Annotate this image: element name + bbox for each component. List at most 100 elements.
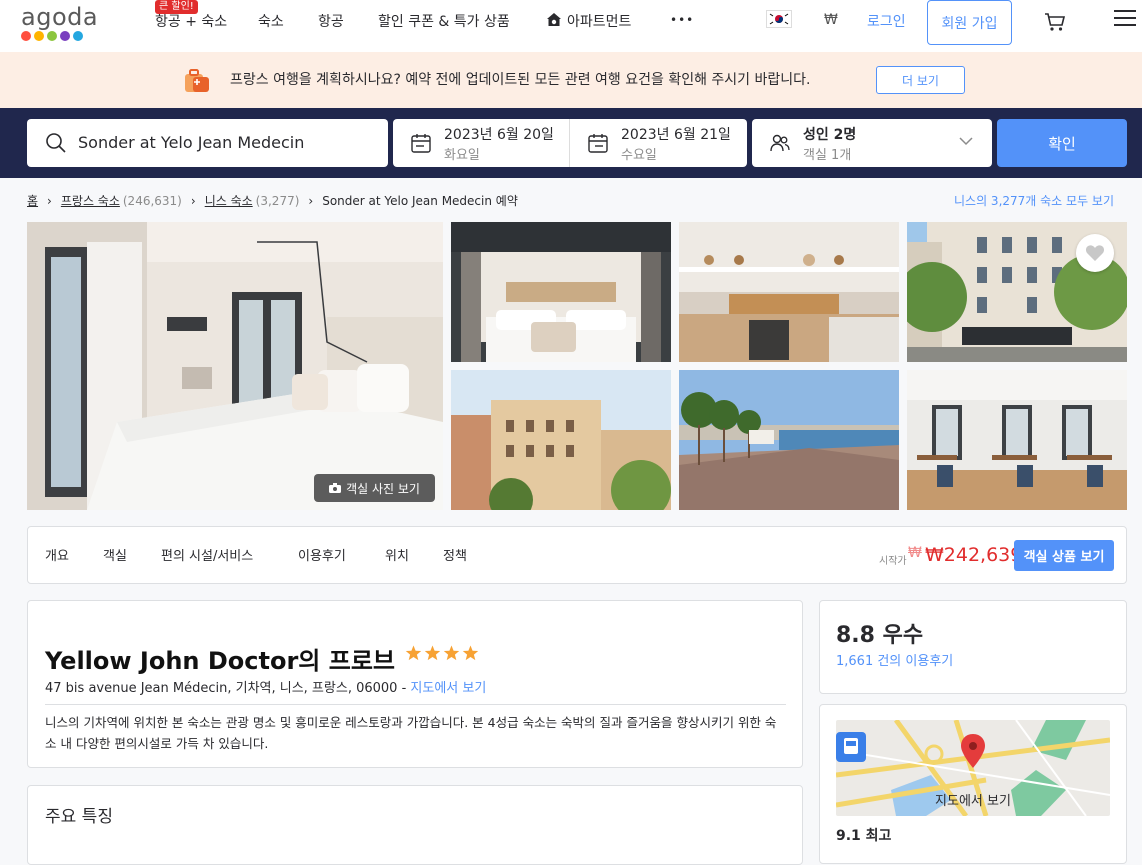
tab-overview[interactable]: 개요	[45, 545, 69, 564]
room-count: 객실 1개	[803, 148, 852, 163]
favorite-button[interactable]	[1076, 234, 1114, 272]
chevron-right-icon: ›	[47, 193, 52, 208]
address-text: 47 bis avenue Jean Médecin, 기차역, 니스, 프랑스…	[45, 681, 411, 696]
currency-selector[interactable]: ₩	[824, 12, 838, 28]
logo-dot	[60, 31, 70, 41]
photo-thumbnail[interactable]	[679, 370, 899, 510]
checkin-date: 2023년 6월 20일	[444, 127, 554, 143]
breadcrumb-home[interactable]: 홈	[27, 192, 38, 209]
checkout-day: 수요일	[621, 148, 657, 163]
room-photos-label: 객실 사진 보기	[346, 481, 420, 496]
star-icon	[424, 645, 441, 661]
map-view-label: 지도에서 보기	[935, 794, 1011, 809]
photo-thumbnail[interactable]	[679, 222, 899, 362]
flag-graphic	[767, 11, 791, 27]
photo-thumbnail[interactable]	[451, 370, 671, 510]
checkin-day: 화요일	[444, 148, 480, 163]
main-room-photo[interactable]	[27, 222, 443, 510]
signup-button[interactable]: 회원 가입	[927, 0, 1012, 45]
chevron-down-icon	[959, 137, 973, 146]
logo-dot	[34, 31, 44, 41]
thumbnail-graphic	[451, 222, 671, 362]
photo-thumbnail[interactable]	[907, 370, 1127, 510]
guests-selector[interactable]: 성인 2명 객실 1개	[752, 119, 992, 167]
thumbnail-graphic	[679, 370, 899, 510]
cart-icon[interactable]	[1044, 12, 1066, 36]
star-rating	[405, 645, 479, 661]
banner-message: 프랑스 여행을 계획하시나요? 예약 전에 업데이트된 모든 관련 여행 요건을…	[230, 72, 811, 88]
logo-dot	[47, 31, 57, 41]
destination-input[interactable]: Sonder at Yelo Jean Medecin	[27, 119, 388, 167]
chevron-right-icon: ›	[308, 193, 314, 208]
tab-location[interactable]: 위치	[385, 545, 409, 564]
hamburger-menu-icon[interactable]	[1114, 8, 1136, 32]
room-photos-button[interactable]: 객실 사진 보기	[314, 474, 435, 502]
nav-hotels[interactable]: 숙소	[258, 11, 284, 31]
thumbnail-graphic	[451, 370, 671, 510]
view-on-map-link[interactable]: 지도에서 보기	[410, 681, 486, 696]
breadcrumb: 홈 › 프랑스 숙소 (246,631) › 니스 숙소 (3,277) › S…	[27, 192, 518, 209]
logo-dot	[21, 31, 31, 41]
breadcrumb-city[interactable]: 니스 숙소	[205, 192, 253, 209]
view-rooms-button[interactable]: 객실 상품 보기	[1014, 540, 1114, 571]
checkout-date: 2023년 6월 21일	[621, 127, 731, 143]
map-card: 지도에서 보기 9.1 최고	[819, 704, 1127, 864]
destination-value: Sonder at Yelo Jean Medecin	[78, 133, 305, 152]
divider	[45, 704, 786, 705]
tab-policies[interactable]: 정책	[443, 545, 467, 564]
nav-deals[interactable]: 할인 쿠폰 & 특가 상품	[378, 11, 510, 31]
breadcrumb-city-count: (3,277)	[255, 193, 300, 208]
luggage-icon	[183, 66, 211, 98]
adult-count: 성인 2명	[803, 127, 857, 143]
location-map[interactable]: 지도에서 보기	[836, 720, 1110, 816]
key-features-card: 주요 특징	[27, 785, 803, 865]
star-icon	[443, 645, 460, 661]
tab-rooms[interactable]: 객실	[103, 545, 127, 564]
banner-more-button[interactable]: 더 보기	[876, 66, 965, 94]
hotel-name: Yellow John Doctor의 프로브	[45, 647, 395, 675]
search-icon	[46, 133, 66, 153]
nav-apartments[interactable]: 아파트먼트	[545, 11, 631, 31]
price-from-label: 시작가	[879, 556, 907, 567]
star-icon	[405, 645, 422, 661]
checkout-field[interactable]: 2023년 6월 21일 수요일	[570, 119, 746, 167]
review-score-card[interactable]: 8.8 우수 1,661 건의 이용후기	[819, 600, 1127, 694]
review-count-link[interactable]: 1,661 건의 이용후기	[836, 650, 953, 669]
current-price: ₩242,639	[925, 544, 1023, 566]
hotel-description: 니스의 기차역에 위치한 본 숙소는 관광 명소 및 흥미로운 레스토랑과 가깝…	[45, 715, 777, 751]
nav-more-button[interactable]: •••	[670, 13, 694, 27]
breadcrumb-country[interactable]: 프랑스 숙소	[61, 192, 120, 209]
tab-reviews[interactable]: 이용후기	[298, 545, 346, 564]
features-title: 주요 특징	[45, 807, 113, 827]
thumbnail-graphic	[679, 222, 899, 362]
hotel-info-card: Yellow John Doctor의 프로브 47 bis avenue Je…	[27, 600, 803, 768]
breadcrumb-country-count: (246,631)	[122, 193, 182, 208]
room-photo-graphic	[27, 222, 443, 510]
chevron-right-icon: ›	[190, 193, 196, 208]
property-tab-bar: 개요 객실 편의 시설/서비스 이용후기 위치 정책 시작가 ₩ ₩242,63…	[27, 526, 1127, 584]
logo-text: agoda	[21, 3, 99, 31]
search-bar: Sonder at Yelo Jean Medecin 2023년 6월 20일…	[0, 108, 1142, 178]
heart-icon	[1085, 245, 1105, 261]
star-icon	[462, 645, 479, 661]
checkin-field[interactable]: 2023년 6월 20일 화요일	[393, 119, 569, 167]
tab-facilities[interactable]: 편의 시설/서비스	[161, 545, 253, 564]
camera-icon	[329, 483, 342, 493]
korea-flag-icon[interactable]	[766, 10, 792, 28]
nav-flight-hotel[interactable]: 큰 할인! 항공 + 숙소	[155, 0, 228, 31]
original-price: ₩	[908, 545, 922, 561]
agoda-logo[interactable]: agoda	[21, 4, 98, 41]
thumbnail-graphic	[907, 370, 1127, 510]
sale-badge: 큰 할인!	[155, 0, 198, 14]
hotel-address: 47 bis avenue Jean Médecin, 기차역, 니스, 프랑스…	[45, 677, 486, 696]
photo-thumbnail[interactable]	[451, 222, 671, 362]
search-confirm-button[interactable]: 확인	[997, 119, 1127, 167]
location-score: 9.1 최고	[836, 828, 892, 844]
breadcrumb-current: Sonder at Yelo Jean Medecin 예약	[322, 194, 518, 208]
house-icon	[547, 13, 561, 26]
nav-flights[interactable]: 항공	[318, 11, 344, 31]
login-link[interactable]: 로그인	[867, 11, 906, 31]
nav-label: 항공 + 숙소	[155, 14, 228, 30]
top-navigation: agoda 큰 할인! 항공 + 숙소 숙소 항공 할인 쿠폰 & 특가 상품 …	[0, 0, 1142, 52]
view-all-properties-link[interactable]: 니스의 3,277개 숙소 모두 보기	[954, 192, 1114, 209]
